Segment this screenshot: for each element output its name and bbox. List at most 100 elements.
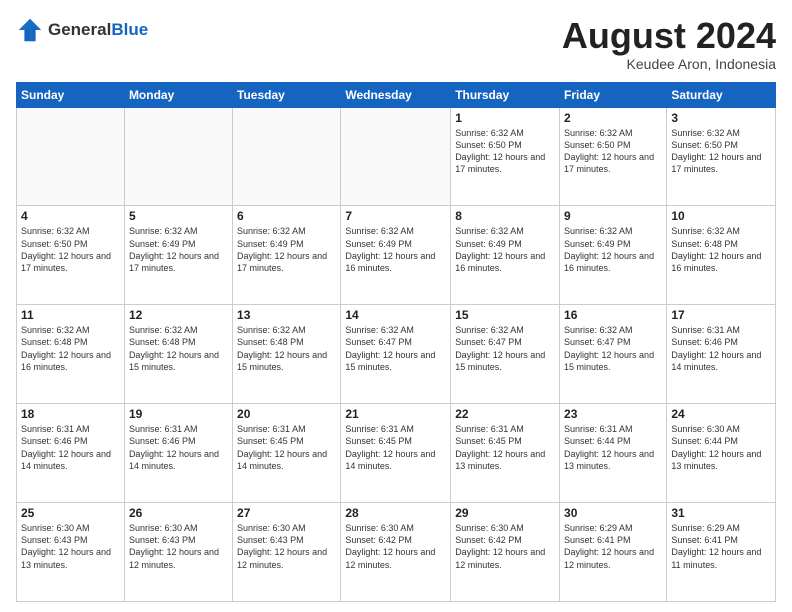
cell-text: Sunrise: 6:31 AM Sunset: 6:46 PM Dayligh… <box>129 423 228 472</box>
day-cell: 5 Sunrise: 6:32 AM Sunset: 6:49 PM Daylig… <box>124 206 232 305</box>
day-cell: 13 Sunrise: 6:32 AM Sunset: 6:48 PM Dayli… <box>233 305 341 404</box>
day-cell: 6Sunrise: 6:32 AM Sunset: 6:49 PM Daylig… <box>233 206 341 305</box>
day-cell: 1Sunrise: 6:32 AM Sunset: 6:50 PM Daylig… <box>451 107 560 206</box>
day-cell: 18 Sunrise: 6:31 AM Sunset: 6:46 PM Dayli… <box>17 404 125 503</box>
day-number: 30 <box>564 506 662 520</box>
day-cell: 20 Sunrise: 6:31 AM Sunset: 6:45 PM Dayli… <box>233 404 341 503</box>
day-number: 8 <box>455 209 555 223</box>
day-number: 17 <box>671 308 771 322</box>
week-row-0: 1Sunrise: 6:32 AM Sunset: 6:50 PM Daylig… <box>17 107 776 206</box>
day-number: 2 <box>564 111 662 125</box>
day-number: 10 <box>671 209 771 223</box>
cell-text: Sunrise: 6:31 AM Sunset: 6:46 PM Dayligh… <box>671 324 771 373</box>
day-cell: 21 Sunrise: 6:31 AM Sunset: 6:45 PM Dayli… <box>341 404 451 503</box>
day-cell: 8 Sunrise: 6:32 AM Sunset: 6:49 PM Daylig… <box>451 206 560 305</box>
cell-text: Sunrise: 6:32 AM Sunset: 6:49 PM Dayligh… <box>564 225 662 274</box>
day-cell: 9 Sunrise: 6:32 AM Sunset: 6:49 PM Daylig… <box>560 206 667 305</box>
header-row: Sunday Monday Tuesday Wednesday Thursday… <box>17 82 776 107</box>
title-block: August 2024 Keudee Aron, Indonesia <box>562 16 776 72</box>
day-cell: 27Sunrise: 6:30 AM Sunset: 6:43 PM Dayli… <box>233 503 341 602</box>
day-cell <box>124 107 232 206</box>
cell-text: Sunrise: 6:30 AM Sunset: 6:43 PM Dayligh… <box>21 522 120 571</box>
cell-text: Sunrise: 6:30 AM Sunset: 6:43 PM Dayligh… <box>129 522 228 571</box>
day-cell: 23 Sunrise: 6:31 AM Sunset: 6:44 PM Dayli… <box>560 404 667 503</box>
cell-text: Sunrise: 6:32 AM Sunset: 6:50 PM Dayligh… <box>564 127 662 176</box>
day-cell: 31Sunrise: 6:29 AM Sunset: 6:41 PM Dayli… <box>667 503 776 602</box>
cell-text: Sunrise: 6:31 AM Sunset: 6:45 PM Dayligh… <box>345 423 446 472</box>
logo-blue: Blue <box>111 20 148 39</box>
day-number: 16 <box>564 308 662 322</box>
day-cell: 19 Sunrise: 6:31 AM Sunset: 6:46 PM Dayli… <box>124 404 232 503</box>
day-number: 7 <box>345 209 446 223</box>
cell-text: Sunrise: 6:32 AM Sunset: 6:50 PM Dayligh… <box>671 127 771 176</box>
day-number: 20 <box>237 407 336 421</box>
day-cell: 24 Sunrise: 6:30 AM Sunset: 6:44 PM Dayli… <box>667 404 776 503</box>
day-number: 28 <box>345 506 446 520</box>
day-number: 24 <box>671 407 771 421</box>
cell-text: Sunrise: 6:30 AM Sunset: 6:42 PM Dayligh… <box>345 522 446 571</box>
col-thursday: Thursday <box>451 82 560 107</box>
day-cell: 12Sunrise: 6:32 AM Sunset: 6:48 PM Dayli… <box>124 305 232 404</box>
cell-text: Sunrise: 6:32 AM Sunset: 6:49 PM Dayligh… <box>455 225 555 274</box>
cell-text: Sunrise: 6:30 AM Sunset: 6:44 PM Dayligh… <box>671 423 771 472</box>
day-number: 6 <box>237 209 336 223</box>
day-number: 27 <box>237 506 336 520</box>
day-number: 5 <box>129 209 228 223</box>
day-cell: 7 Sunrise: 6:32 AM Sunset: 6:49 PM Daylig… <box>341 206 451 305</box>
cell-text: Sunrise: 6:32 AM Sunset: 6:48 PM Dayligh… <box>129 324 228 373</box>
page: GeneralBlue August 2024 Keudee Aron, Ind… <box>0 0 792 612</box>
day-number: 3 <box>671 111 771 125</box>
cell-text: Sunrise: 6:32 AM Sunset: 6:49 PM Dayligh… <box>345 225 446 274</box>
header: GeneralBlue August 2024 Keudee Aron, Ind… <box>16 16 776 72</box>
col-sunday: Sunday <box>17 82 125 107</box>
cell-text: Sunrise: 6:32 AM Sunset: 6:47 PM Dayligh… <box>345 324 446 373</box>
cell-text: Sunrise: 6:32 AM Sunset: 6:48 PM Dayligh… <box>237 324 336 373</box>
day-number: 13 <box>237 308 336 322</box>
day-cell: 15Sunrise: 6:32 AM Sunset: 6:47 PM Dayli… <box>451 305 560 404</box>
day-number: 14 <box>345 308 446 322</box>
day-cell: 2 Sunrise: 6:32 AM Sunset: 6:50 PM Daylig… <box>560 107 667 206</box>
day-number: 29 <box>455 506 555 520</box>
col-tuesday: Tuesday <box>233 82 341 107</box>
day-number: 23 <box>564 407 662 421</box>
day-cell: 4 Sunrise: 6:32 AM Sunset: 6:50 PM Daylig… <box>17 206 125 305</box>
col-saturday: Saturday <box>667 82 776 107</box>
cell-text: Sunrise: 6:31 AM Sunset: 6:46 PM Dayligh… <box>21 423 120 472</box>
week-row-2: 11Sunrise: 6:32 AM Sunset: 6:48 PM Dayli… <box>17 305 776 404</box>
day-number: 19 <box>129 407 228 421</box>
cell-text: Sunrise: 6:31 AM Sunset: 6:45 PM Dayligh… <box>237 423 336 472</box>
cell-text: Sunrise: 6:29 AM Sunset: 6:41 PM Dayligh… <box>671 522 771 571</box>
day-number: 18 <box>21 407 120 421</box>
day-cell: 3 Sunrise: 6:32 AM Sunset: 6:50 PM Daylig… <box>667 107 776 206</box>
cell-text: Sunrise: 6:31 AM Sunset: 6:44 PM Dayligh… <box>564 423 662 472</box>
day-cell: 17 Sunrise: 6:31 AM Sunset: 6:46 PM Dayli… <box>667 305 776 404</box>
day-number: 25 <box>21 506 120 520</box>
day-cell: 10 Sunrise: 6:32 AM Sunset: 6:48 PM Dayli… <box>667 206 776 305</box>
month-title: August 2024 <box>562 16 776 56</box>
col-wednesday: Wednesday <box>341 82 451 107</box>
cell-text: Sunrise: 6:32 AM Sunset: 6:50 PM Dayligh… <box>21 225 120 274</box>
day-cell <box>233 107 341 206</box>
cell-text: Sunrise: 6:32 AM Sunset: 6:50 PM Dayligh… <box>455 127 555 176</box>
logo: GeneralBlue <box>16 16 148 44</box>
day-number: 9 <box>564 209 662 223</box>
logo-general: General <box>48 20 111 39</box>
day-number: 4 <box>21 209 120 223</box>
day-number: 21 <box>345 407 446 421</box>
day-cell: 30 Sunrise: 6:29 AM Sunset: 6:41 PM Dayli… <box>560 503 667 602</box>
day-number: 26 <box>129 506 228 520</box>
cell-text: Sunrise: 6:30 AM Sunset: 6:42 PM Dayligh… <box>455 522 555 571</box>
week-row-3: 18 Sunrise: 6:31 AM Sunset: 6:46 PM Dayli… <box>17 404 776 503</box>
day-cell <box>17 107 125 206</box>
location-subtitle: Keudee Aron, Indonesia <box>562 56 776 72</box>
cell-text: Sunrise: 6:32 AM Sunset: 6:48 PM Dayligh… <box>21 324 120 373</box>
day-cell: 26 Sunrise: 6:30 AM Sunset: 6:43 PM Dayli… <box>124 503 232 602</box>
cell-text: Sunrise: 6:32 AM Sunset: 6:47 PM Dayligh… <box>564 324 662 373</box>
col-monday: Monday <box>124 82 232 107</box>
day-cell: 16 Sunrise: 6:32 AM Sunset: 6:47 PM Dayli… <box>560 305 667 404</box>
cell-text: Sunrise: 6:31 AM Sunset: 6:45 PM Dayligh… <box>455 423 555 472</box>
cell-text: Sunrise: 6:32 AM Sunset: 6:48 PM Dayligh… <box>671 225 771 274</box>
cell-text: Sunrise: 6:32 AM Sunset: 6:49 PM Dayligh… <box>129 225 228 274</box>
day-cell: 29 Sunrise: 6:30 AM Sunset: 6:42 PM Dayli… <box>451 503 560 602</box>
cell-text: Sunrise: 6:29 AM Sunset: 6:41 PM Dayligh… <box>564 522 662 571</box>
